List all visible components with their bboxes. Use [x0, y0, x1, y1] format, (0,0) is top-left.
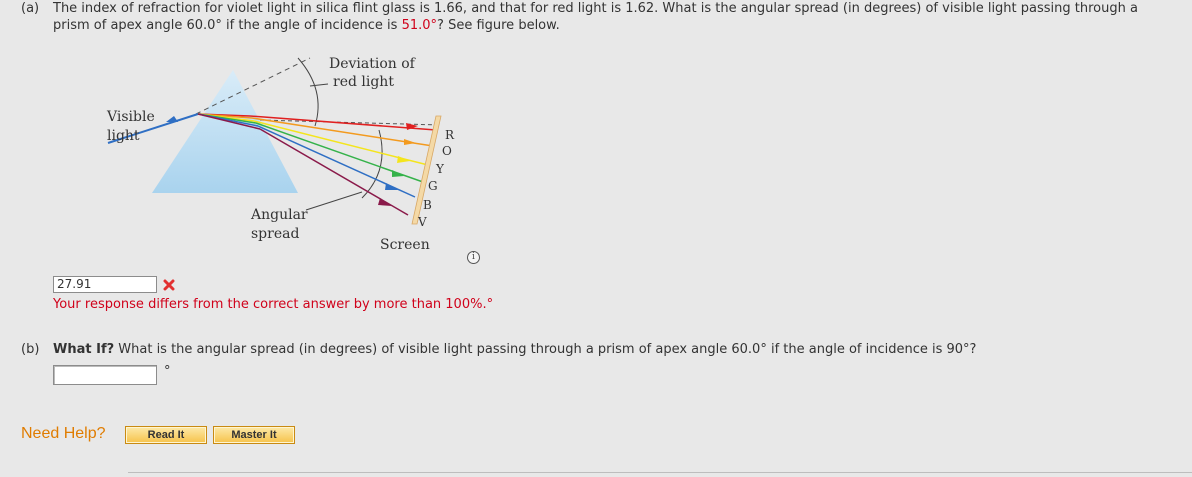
master-it-button[interactable]: Master It [213, 426, 295, 444]
prism [152, 70, 298, 193]
part-a-feedback: Your response differs from the correct a… [53, 297, 494, 312]
normal-dashed-line [195, 57, 311, 115]
spectrum-v: V [417, 215, 427, 229]
deviation-leader [309, 83, 329, 87]
part-b-answer-input[interactable] [53, 365, 157, 385]
part-b-question: What If? What is the angular spread (in … [53, 342, 977, 357]
label-screen: Screen [380, 237, 430, 253]
spectrum-b: B [423, 198, 432, 212]
part-a-label: (a) [21, 1, 40, 16]
info-icon[interactable]: i [467, 251, 480, 264]
label-deviation-1: Deviation of [329, 56, 417, 72]
spectrum-r: R [445, 128, 455, 142]
spectrum-y: Y [435, 162, 445, 176]
part-a-question-line2: prism of apex angle 60.0° if the angle o… [53, 18, 560, 33]
spread-leader [305, 191, 363, 211]
what-if-label: What If? [53, 342, 115, 357]
part-a-answer-input[interactable]: 27.91 [53, 276, 157, 293]
incidence-angle-value: 51.0° [401, 18, 438, 33]
need-help-label: Need Help? [21, 425, 106, 442]
part-b-label: (b) [21, 342, 40, 357]
incident-arrow [166, 116, 178, 122]
bottom-divider [128, 472, 1192, 473]
label-spread: spread [251, 226, 299, 242]
spectrum-o: O [442, 144, 452, 158]
part-a-question-line1: The index of refraction for violet light… [53, 1, 1138, 16]
label-light: light [107, 128, 140, 144]
incorrect-x-icon [163, 279, 175, 291]
prism-figure: Visible light Deviation of red light Ang… [106, 56, 455, 253]
deviation-arc [297, 57, 319, 127]
label-angular: Angular [250, 207, 308, 223]
label-visible: Visible [106, 109, 155, 125]
label-deviation-2: red light [333, 74, 394, 90]
part-b-unit: ° [164, 364, 171, 379]
read-it-button[interactable]: Read It [125, 426, 207, 444]
spectrum-g: G [428, 179, 438, 193]
